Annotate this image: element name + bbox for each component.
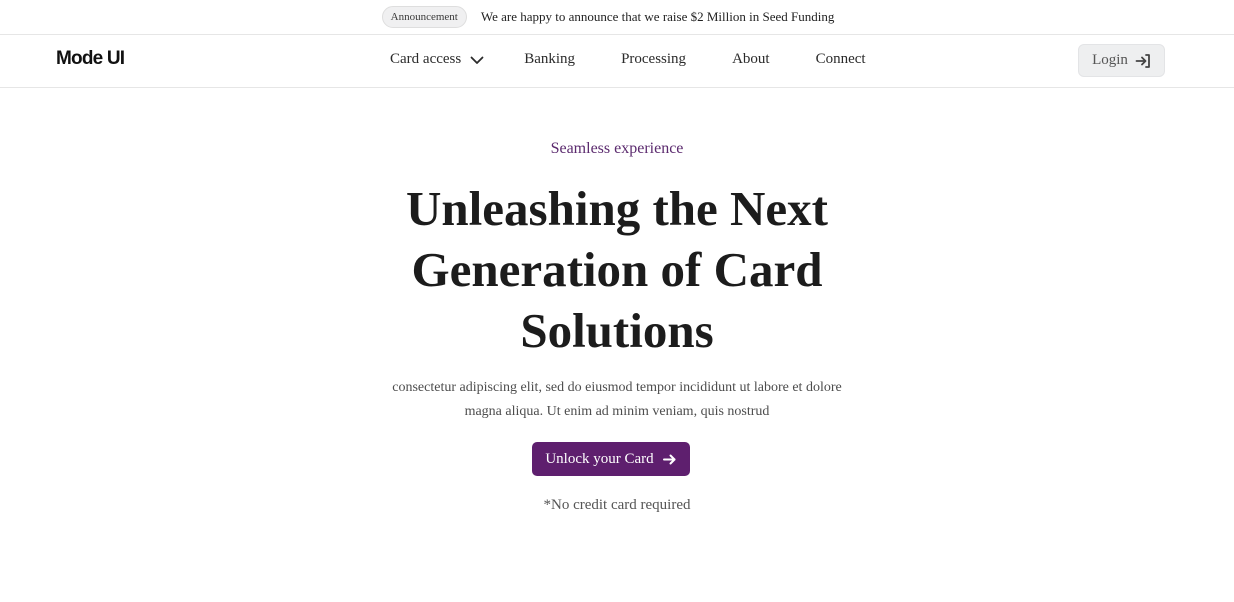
top-navbar: Mode UI Card access Banking Processing A… (0, 35, 1234, 88)
announcement-content: Announcement We are happy to announce th… (381, 6, 835, 28)
login-button-label: Login (1092, 52, 1128, 68)
nav-links: Card access Banking Processing About Con… (390, 51, 866, 68)
no-credit-card-note: *No credit card required (543, 497, 691, 513)
login-button[interactable]: Login (1078, 44, 1165, 77)
chevron-down-icon (470, 53, 484, 67)
brand-logo[interactable]: Mode UI (56, 48, 125, 70)
nav-item-label: Card access (390, 51, 462, 67)
nav-item-processing[interactable]: Processing (621, 51, 686, 68)
login-arrow-icon (1135, 53, 1151, 69)
announcement-badge: Announcement (381, 6, 467, 28)
arrow-right-icon (662, 452, 677, 467)
hero-headline: Unleashing the Next Generation of Card S… (406, 181, 828, 358)
nav-item-connect[interactable]: Connect (816, 51, 866, 68)
announcement-bar: Announcement We are happy to announce th… (0, 0, 1234, 35)
cta-label: Unlock your Card (545, 450, 654, 467)
nav-item-banking[interactable]: Banking (524, 51, 575, 68)
hero-eyebrow: Seamless experience (550, 140, 684, 157)
nav-item-card-access[interactable]: Card access (390, 51, 484, 68)
unlock-card-button[interactable]: Unlock your Card (532, 442, 690, 476)
announcement-text: We are happy to announce that we raise $… (480, 9, 835, 24)
hero-subtext: consectetur adipiscing elit, sed do eius… (392, 380, 842, 419)
nav-item-about[interactable]: About (732, 51, 770, 68)
